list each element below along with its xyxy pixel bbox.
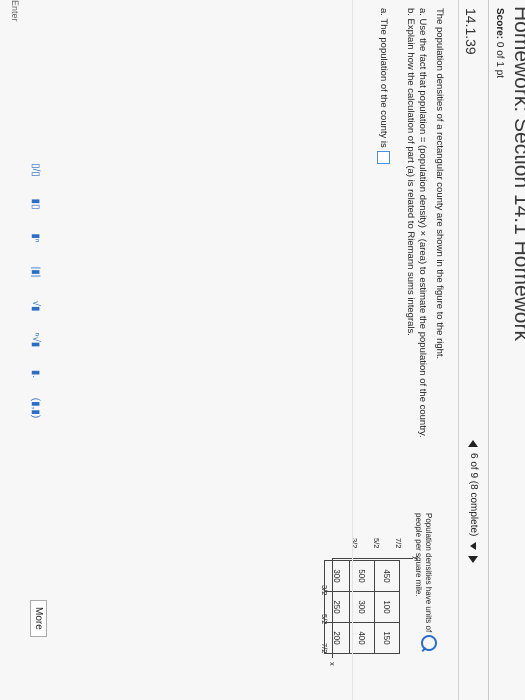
y-tick-label: 7/2 bbox=[394, 538, 403, 549]
square-root-icon[interactable]: √▮ bbox=[27, 296, 45, 316]
grid-row: 500 300 400 bbox=[349, 560, 375, 654]
question-divider bbox=[458, 0, 459, 700]
answer-input[interactable] bbox=[377, 150, 390, 164]
grid-cell: 200 bbox=[324, 622, 350, 654]
grid-cell: 150 bbox=[374, 622, 400, 654]
page-title: Homework: Section 14.1 Homework bbox=[510, 6, 525, 341]
answer-row: a. The population of the county is bbox=[377, 8, 390, 164]
y-tick-label: 5/2 bbox=[372, 538, 381, 549]
next-question-icon[interactable] bbox=[468, 556, 479, 564]
decimal-icon[interactable]: ▮. bbox=[27, 364, 45, 384]
grid-cell: 500 bbox=[349, 560, 375, 592]
grid-cell: 450 bbox=[374, 560, 400, 592]
parentheses-icon[interactable]: (▮,▮) bbox=[27, 398, 45, 418]
grid-cell: 250 bbox=[324, 591, 350, 623]
question-intro: The population densities of a rectangula… bbox=[434, 8, 445, 360]
question-nav: 6 of 9 (8 complete) bbox=[468, 440, 479, 564]
nth-root-icon[interactable]: ⁿ√▮ bbox=[27, 330, 45, 350]
figure-caption-line2: people per square mile. bbox=[414, 513, 423, 597]
grid-cell: 300 bbox=[324, 560, 350, 592]
question-list-dropdown-icon[interactable] bbox=[470, 542, 477, 551]
page-stage: Homework: Section 14.1 Homework Score: 0… bbox=[0, 0, 525, 700]
answer-prompt: a. The population of the county is bbox=[378, 8, 389, 148]
y-axis-label: y bbox=[412, 556, 421, 560]
question-part-a: a. Use the fact that population = (popul… bbox=[417, 8, 428, 438]
zoom-magnifier-icon[interactable] bbox=[421, 635, 437, 651]
x-axis-label: x bbox=[328, 662, 337, 666]
population-density-grid: 450 100 150 500 300 400 300 250 200 bbox=[324, 560, 400, 654]
fraction-icon[interactable]: ▯/▯ bbox=[27, 160, 45, 180]
header-divider bbox=[488, 0, 489, 700]
footer-text: Enter bbox=[10, 0, 20, 22]
mixed-number-icon[interactable]: ▮▯ bbox=[27, 194, 45, 214]
question-part-b: b. Explain how the calculation of part (… bbox=[405, 8, 416, 336]
grid-row: 300 250 200 bbox=[324, 560, 350, 654]
progress-text[interactable]: 6 of 9 (8 complete) bbox=[468, 453, 479, 536]
score-value: 0 of 1 pt bbox=[494, 41, 505, 79]
y-axis bbox=[333, 558, 413, 559]
grid-cell: 100 bbox=[374, 591, 400, 623]
math-toolbar: ▯/▯ ▮▯ ▮ⁿ |▮| √▮ ⁿ√▮ ▮. (▮,▮) bbox=[27, 160, 45, 600]
score-line: Score: 0 of 1 pt bbox=[494, 8, 505, 78]
previous-question-icon[interactable] bbox=[468, 440, 479, 447]
figure-caption: Population densities have units of peopl… bbox=[413, 513, 433, 632]
grid-cell: 400 bbox=[349, 622, 375, 654]
score-label: Score: bbox=[494, 8, 505, 40]
answer-divider bbox=[352, 0, 353, 700]
absolute-value-icon[interactable]: |▮| bbox=[27, 262, 45, 282]
exponent-icon[interactable]: ▮ⁿ bbox=[27, 228, 45, 248]
more-button[interactable]: More bbox=[30, 600, 47, 637]
grid-cell: 300 bbox=[349, 591, 375, 623]
question-id: 14.1.39 bbox=[463, 8, 479, 55]
grid-row: 450 100 150 bbox=[374, 560, 400, 654]
figure-caption-line1: Population densities have units of bbox=[424, 513, 433, 633]
